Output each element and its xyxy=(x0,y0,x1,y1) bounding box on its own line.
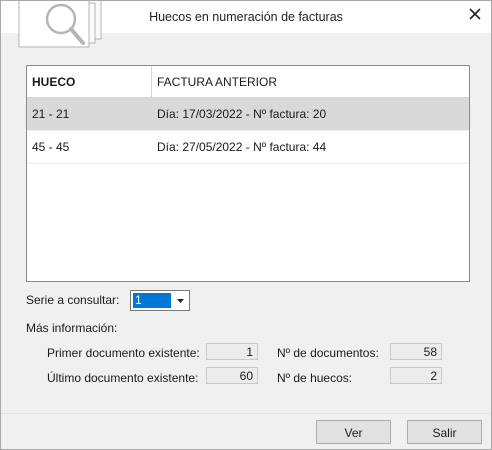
table-row[interactable]: 45 - 45 Día: 27/05/2022 - Nº factura: 44 xyxy=(27,131,469,164)
footer-divider xyxy=(1,413,491,414)
column-header-factura-anterior[interactable]: FACTURA ANTERIOR xyxy=(157,75,277,89)
more-info-heading: Más información: xyxy=(26,321,118,335)
serie-select[interactable]: 1 xyxy=(130,290,190,311)
cell-factura-anterior: Día: 27/05/2022 - Nº factura: 44 xyxy=(157,140,327,154)
primer-documento-label: Primer documento existente: xyxy=(47,346,200,360)
num-huecos-field: 2 xyxy=(390,367,442,384)
table-row[interactable]: 21 - 21 Día: 17/03/2022 - Nº factura: 20 xyxy=(27,98,469,131)
ultimo-documento-field: 60 xyxy=(206,367,258,384)
table-header: HUECO FACTURA ANTERIOR xyxy=(27,66,469,98)
cell-hueco: 45 - 45 xyxy=(32,140,70,154)
column-header-hueco[interactable]: HUECO xyxy=(32,75,75,89)
num-huecos-label: Nº de huecos: xyxy=(277,371,353,385)
serie-label: Serie a consultar: xyxy=(26,293,120,307)
dialog-window: Huecos en numeración de facturas HUECO F… xyxy=(0,0,492,450)
documents-magnifier-icon xyxy=(18,1,102,48)
ultimo-documento-label: Último documento existente: xyxy=(47,371,199,385)
primer-documento-field: 1 xyxy=(206,343,258,360)
serie-select-value: 1 xyxy=(133,293,171,308)
salir-button[interactable]: Salir xyxy=(407,420,482,444)
ver-button[interactable]: Ver xyxy=(316,420,391,444)
num-documentos-label: Nº de documentos: xyxy=(277,346,379,360)
column-separator xyxy=(151,66,152,97)
gaps-table: HUECO FACTURA ANTERIOR 21 - 21 Día: 17/0… xyxy=(26,65,470,282)
chevron-down-icon[interactable] xyxy=(173,292,188,309)
cell-hueco: 21 - 21 xyxy=(32,107,70,121)
close-icon[interactable] xyxy=(467,6,483,22)
num-documentos-field: 58 xyxy=(390,343,442,360)
cell-factura-anterior: Día: 17/03/2022 - Nº factura: 20 xyxy=(157,107,327,121)
